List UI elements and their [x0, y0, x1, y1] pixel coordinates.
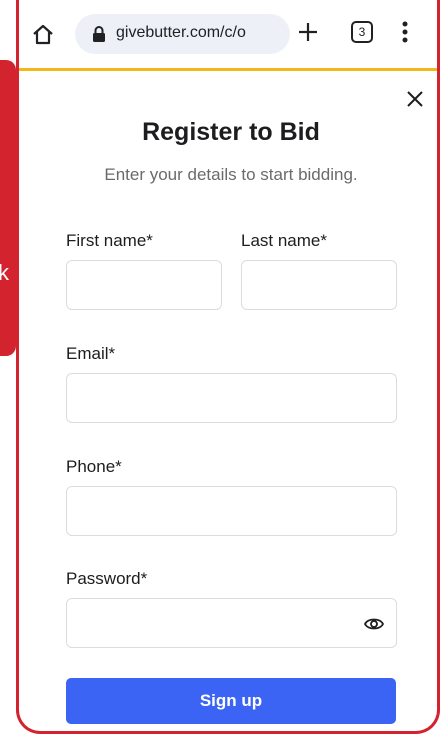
password-label: Password*	[66, 569, 148, 588]
browser-toolbar: givebutter.com/c/o 3	[19, 0, 437, 71]
last-name-input[interactable]	[242, 261, 396, 309]
lock-icon	[93, 26, 105, 42]
phone-label: Phone*	[66, 457, 122, 476]
email-label: Email*	[66, 344, 116, 363]
sign-up-button[interactable]: Sign up	[66, 678, 396, 724]
email-field[interactable]	[66, 373, 397, 423]
background-page-text: k	[0, 260, 9, 285]
background-page-edge: k	[0, 60, 16, 356]
phone-input[interactable]	[67, 487, 396, 535]
phone-field[interactable]	[66, 486, 397, 536]
modal-title: Register to Bid	[142, 118, 320, 146]
close-icon[interactable]	[405, 89, 425, 109]
new-tab-icon[interactable]	[297, 21, 319, 43]
first-name-field[interactable]	[66, 260, 222, 310]
first-name-input[interactable]	[67, 261, 221, 309]
modal-subtitle: Enter your details to start bidding.	[104, 165, 358, 184]
password-input[interactable]	[67, 599, 396, 647]
email-input[interactable]	[67, 374, 396, 422]
last-name-field[interactable]	[241, 260, 397, 310]
tab-switcher-button[interactable]: 3	[351, 21, 373, 43]
last-name-label: Last name*	[241, 231, 327, 250]
more-menu-icon[interactable]	[402, 21, 408, 43]
first-name-label: First name*	[66, 231, 153, 250]
home-icon[interactable]	[32, 23, 54, 45]
url-text: givebutter.com/c/o	[116, 24, 246, 41]
password-field[interactable]	[66, 598, 397, 648]
address-bar[interactable]: givebutter.com/c/o	[75, 14, 290, 54]
eye-icon[interactable]	[364, 615, 384, 633]
phone-screen: givebutter.com/c/o 3 Register to Bid Ent…	[16, 0, 440, 734]
